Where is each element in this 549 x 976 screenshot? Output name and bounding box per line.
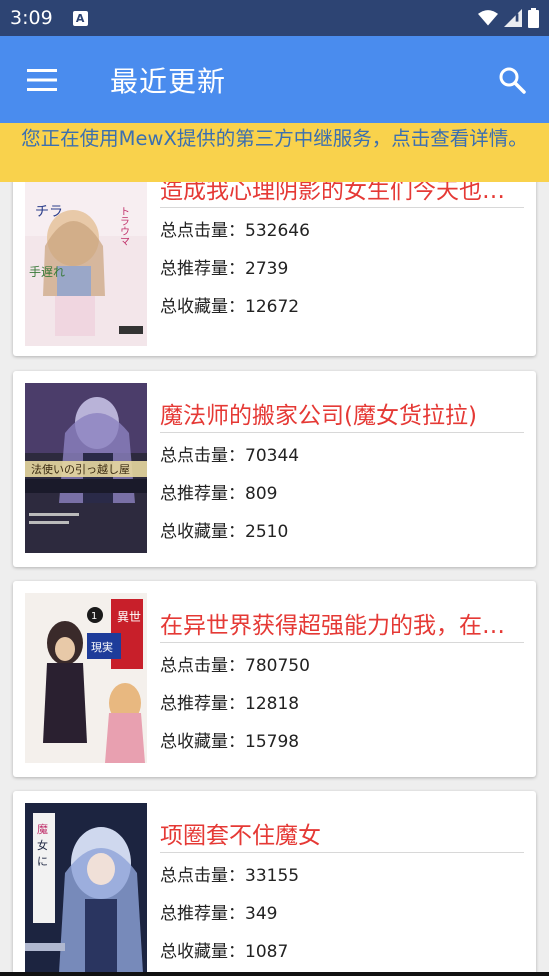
- recommend-count: 总推荐量：2739: [160, 259, 289, 279]
- search-icon: [499, 67, 526, 94]
- svg-text:手遅れ: 手遅れ: [29, 265, 65, 279]
- recommend-count: 总推荐量：809: [160, 484, 278, 504]
- menu-button[interactable]: [0, 36, 84, 123]
- favorite-count: 总收藏量：2510: [160, 522, 289, 542]
- page-title: 最近更新: [110, 64, 227, 98]
- status-bar: 3:09 A: [0, 0, 549, 36]
- status-time: 3:09: [10, 7, 53, 29]
- wifi-icon: [478, 10, 498, 26]
- svg-text:魔: 魔: [37, 822, 48, 836]
- book-title[interactable]: 项圈套不住魔女: [160, 819, 524, 853]
- book-cover: 法使いの引っ越し屋: [25, 383, 147, 553]
- click-count: 总点击量：70344: [160, 446, 300, 466]
- app-bar: 最近更新: [0, 36, 549, 123]
- svg-text:に: に: [37, 855, 48, 868]
- favorite-count: 总收藏量：15798: [160, 732, 300, 752]
- list-item[interactable]: 法使いの引っ越し屋 魔法师的搬家公司(魔女货拉拉) 总点击量：70344 总推荐…: [13, 371, 536, 567]
- bottom-edge: [0, 972, 549, 976]
- book-cover: 魔 女 に: [25, 803, 147, 972]
- click-count: 总点击量：532646: [160, 221, 310, 241]
- click-count: 总点击量：780750: [160, 656, 310, 676]
- book-title[interactable]: 魔法师的搬家公司(魔女货拉拉): [160, 399, 524, 433]
- book-title[interactable]: 在异世界获得超强能力的我，在…: [160, 609, 524, 643]
- book-title[interactable]: 造成我心理阴影的女生们今天也…: [160, 182, 524, 208]
- hamburger-menu-icon: [27, 68, 57, 91]
- status-icons: [478, 8, 539, 28]
- search-button[interactable]: [475, 36, 549, 123]
- book-info: 造成我心理阴影的女生们今天也… 总点击量：532646 总推荐量：2739 总收…: [160, 182, 524, 326]
- book-info: 魔法师的搬家公司(魔女货拉拉) 总点击量：70344 总推荐量：809 总收藏量…: [160, 399, 524, 551]
- list-item[interactable]: 異世 現実 1 在异世界获得超强能力的我，在… 总点击量：780750 总推荐量…: [13, 581, 536, 777]
- svg-text:現実: 現実: [91, 640, 113, 654]
- book-cover: トラウマ チラ 手遅れ: [25, 182, 147, 346]
- svg-text:異世: 異世: [117, 610, 141, 624]
- svg-text:女: 女: [37, 838, 48, 852]
- battery-icon: [528, 8, 539, 28]
- svg-text:法使いの引っ越し屋: 法使いの引っ越し屋: [31, 462, 130, 476]
- novel-list[interactable]: トラウマ チラ 手遅れ 造成我心理阴影的女生们今天也… 总点击量：532646 …: [0, 182, 549, 972]
- book-cover: 異世 現実 1: [25, 593, 147, 763]
- book-info: 在异世界获得超强能力的我，在… 总点击量：780750 总推荐量：12818 总…: [160, 609, 524, 761]
- relay-service-banner[interactable]: 您正在使用MewX提供的第三方中继服务，点击查看详情。: [0, 123, 549, 182]
- favorite-count: 总收藏量：12672: [160, 297, 300, 317]
- book-info: 项圈套不住魔女 总点击量：33155 总推荐量：349 总收藏量：1087: [160, 819, 524, 971]
- recommend-count: 总推荐量：12818: [160, 694, 300, 714]
- svg-text:1: 1: [91, 611, 97, 622]
- cellular-signal-icon: [504, 9, 522, 27]
- svg-text:チラ: チラ: [35, 204, 63, 220]
- notification-icon: A: [72, 10, 88, 26]
- click-count: 总点击量：33155: [160, 866, 300, 886]
- list-item[interactable]: トラウマ チラ 手遅れ 造成我心理阴影的女生们今天也… 总点击量：532646 …: [13, 182, 536, 356]
- recommend-count: 总推荐量：349: [160, 904, 278, 924]
- svg-text:トラウマ: トラウマ: [118, 206, 129, 246]
- banner-text: 您正在使用MewX提供的第三方中继服务，点击查看详情。: [21, 127, 528, 150]
- list-item[interactable]: 魔 女 に 项圈套不住魔女 总点击量：33155 总推荐量：349 总收藏量：1…: [13, 791, 536, 972]
- favorite-count: 总收藏量：1087: [160, 942, 289, 962]
